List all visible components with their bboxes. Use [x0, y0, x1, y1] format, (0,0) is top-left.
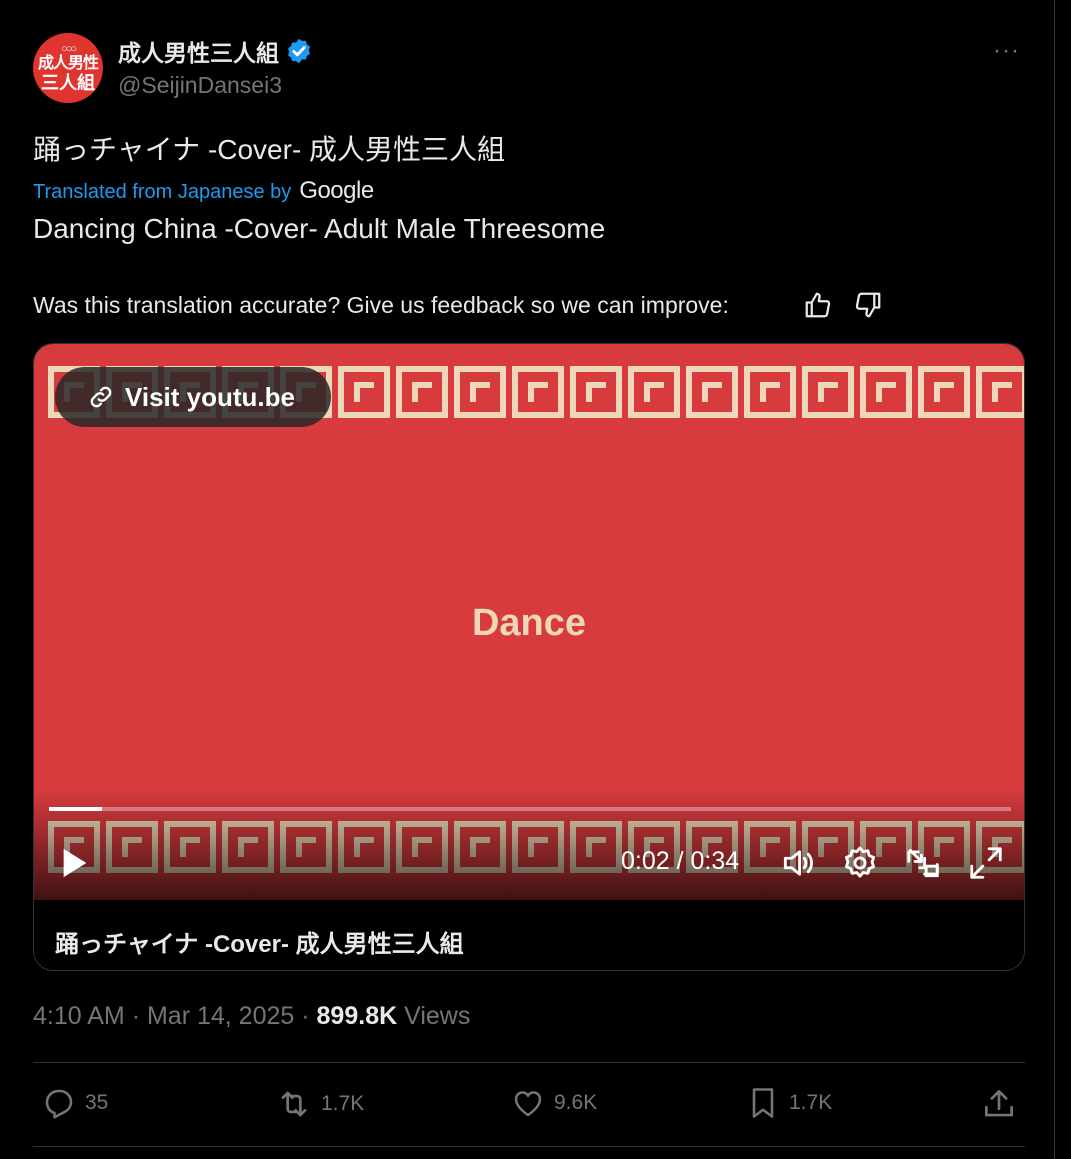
- pip-icon[interactable]: [904, 844, 942, 882]
- thumbs-down-icon[interactable]: [853, 290, 883, 320]
- translation-attribution: Translated from Japanese by Google: [33, 177, 374, 205]
- video-progress-bar[interactable]: [49, 807, 1011, 811]
- visit-link-label: Visit youtu.be: [125, 381, 295, 412]
- thumbs-up-icon[interactable]: [803, 290, 833, 320]
- divider-bottom: [33, 1146, 1025, 1147]
- tweet-time[interactable]: 4:10 AM: [33, 1002, 125, 1030]
- meta-separator-2: ·: [301, 1002, 310, 1030]
- bookmark-button[interactable]: 1.7K: [745, 1085, 832, 1121]
- tweet-meta: 4:10 AM · Mar 14, 2025 · 899.8K Views: [33, 1002, 470, 1031]
- repost-count: 1.7K: [321, 1092, 365, 1115]
- author-handle[interactable]: @SeijinDansei3: [118, 72, 282, 99]
- like-icon: [514, 1091, 542, 1117]
- divider-top: [33, 1062, 1025, 1063]
- author-display-name[interactable]: 成人男性三人組: [118, 34, 313, 68]
- meta-separator: ·: [131, 1002, 141, 1030]
- reply-icon: [45, 1089, 73, 1119]
- reply-button[interactable]: 35: [41, 1085, 108, 1121]
- reply-count: 35: [85, 1091, 109, 1114]
- like-button[interactable]: 9.6K: [510, 1085, 597, 1121]
- media-card-title[interactable]: 踊っチャイナ -Cover- 成人男性三人組: [55, 924, 464, 959]
- translated-from-label[interactable]: Translated from Japanese by: [33, 181, 291, 204]
- verified-icon: [288, 38, 310, 64]
- tweet-date[interactable]: Mar 14, 2025: [147, 1002, 294, 1030]
- bookmark-count: 1.7K: [789, 1091, 833, 1114]
- share-icon: [984, 1089, 1014, 1117]
- fullscreen-icon[interactable]: [967, 844, 1005, 882]
- translation-feedback-prompt: Was this translation accurate? Give us f…: [33, 292, 729, 318]
- author-name-text[interactable]: 成人男性三人組: [118, 34, 279, 68]
- avatar-text-line2: 三人組: [41, 73, 95, 93]
- link-icon: [90, 386, 112, 408]
- avatar[interactable]: ○○○ 成人男性 三人組: [33, 33, 103, 103]
- repost-button[interactable]: 1.7K: [275, 1085, 364, 1123]
- video-player[interactable]: Dance Visit youtu.be 0:02 / 0:34: [34, 344, 1024, 900]
- like-count: 9.6K: [554, 1091, 598, 1114]
- video-overlay-text: Dance: [471, 602, 587, 644]
- avatar-text-line1: 成人男性: [37, 55, 99, 72]
- views-label: Views: [404, 1002, 471, 1030]
- volume-icon[interactable]: [779, 844, 817, 882]
- visit-link-button[interactable]: Visit youtu.be: [55, 367, 331, 427]
- timeline-border: [1054, 0, 1055, 1159]
- views-count: 899.8K: [316, 1002, 398, 1030]
- share-button[interactable]: [980, 1085, 1026, 1123]
- more-icon[interactable]: ···: [993, 37, 1020, 65]
- settings-icon[interactable]: [841, 844, 879, 882]
- repost-icon: [281, 1091, 307, 1117]
- media-card[interactable]: Dance Visit youtu.be 0:02 / 0:34 踊っチャイナ …: [33, 343, 1025, 971]
- bookmark-icon: [752, 1088, 774, 1118]
- video-progress-fill: [49, 807, 102, 811]
- play-icon[interactable]: [60, 846, 90, 880]
- video-time: 0:02 / 0:34: [621, 847, 740, 875]
- translated-text: Dancing China -Cover- Adult Male Threeso…: [33, 213, 606, 244]
- avatar-rings: ○○○: [61, 43, 77, 55]
- tweet-text: 踊っチャイナ -Cover- 成人男性三人組: [33, 134, 506, 165]
- google-logo: Google: [299, 177, 374, 204]
